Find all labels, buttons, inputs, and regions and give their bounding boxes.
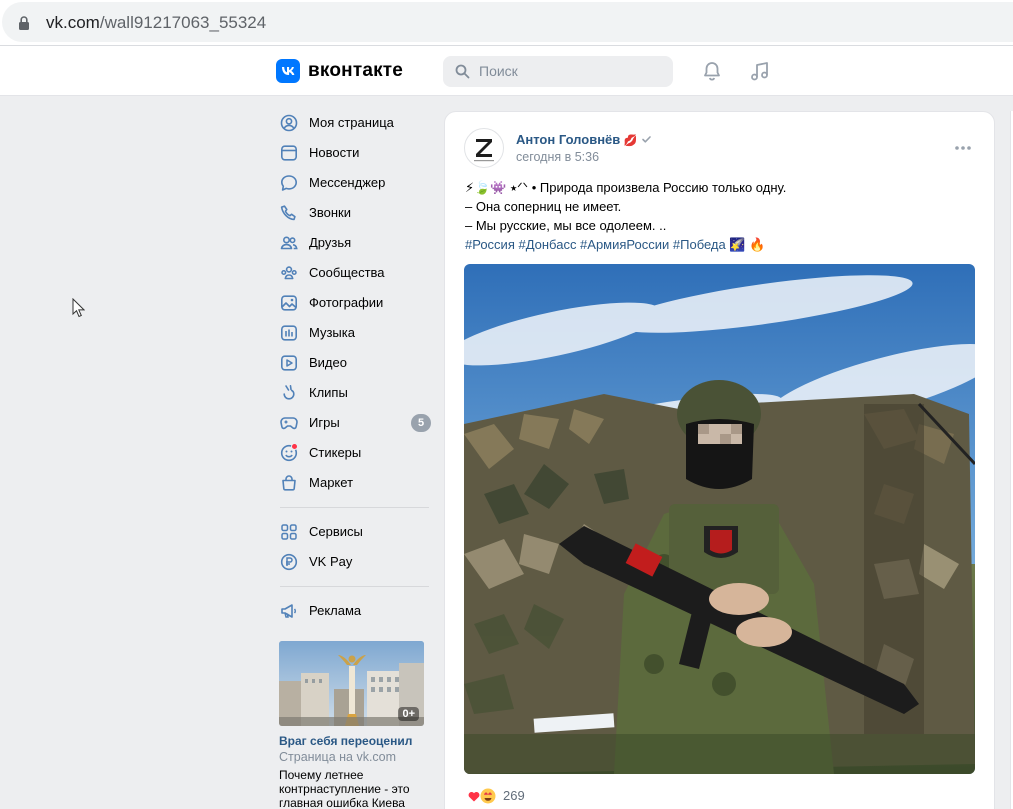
menu-item-market[interactable]: Маркет xyxy=(272,468,437,498)
post-line-text: • Природа произвела Россию только одну. xyxy=(528,180,787,195)
menu-item-label: Игры xyxy=(309,415,340,430)
menu-item-label: Сервисы xyxy=(309,524,363,539)
friends-icon xyxy=(280,236,298,250)
left-menu: Моя страница Новости Мессенджер Звонки Д… xyxy=(272,108,437,626)
photo-icon xyxy=(280,295,297,311)
menu-item-music[interactable]: Музыка xyxy=(272,318,437,348)
music-icon xyxy=(280,325,297,341)
news-icon xyxy=(280,145,297,161)
site-header: вконтакте Поиск xyxy=(0,46,1013,96)
user-icon xyxy=(280,114,298,132)
vkpay-icon xyxy=(280,553,298,571)
phone-icon xyxy=(280,205,296,221)
reactions-count: 269 xyxy=(503,788,525,803)
z-logo-icon xyxy=(474,139,494,162)
menu-item-services[interactable]: Сервисы xyxy=(272,517,437,547)
menu-item-label: Новости xyxy=(309,145,360,160)
menu-item-label: Фотографии xyxy=(309,295,384,310)
ad-subtitle: Страница на vk.com xyxy=(279,750,397,764)
search-placeholder: Поиск xyxy=(479,63,518,79)
post-timestamp[interactable]: сегодня в 5:36 xyxy=(516,150,599,164)
ad-image[interactable]: 0+ xyxy=(279,641,424,726)
post-reactions[interactable]: 269 xyxy=(465,786,525,806)
author-status-emoji-icon: 💋 xyxy=(623,135,638,147)
author-name: Антон Головнёв xyxy=(516,132,621,147)
url-text[interactable]: vk.com/wall91217063_55324 xyxy=(46,13,266,33)
menu-item-label: VK Pay xyxy=(309,554,353,569)
menu-item-news[interactable]: Новости xyxy=(272,138,437,168)
post-line-3: – Мы русские, мы все одолеем. .. xyxy=(465,218,667,233)
post-line-1: ⚡🍃👾 ⭑ᐟᐠ • Природа произвела Россию тольк… xyxy=(465,178,985,197)
menu-item-label: Клипы xyxy=(309,385,348,400)
search-icon xyxy=(455,64,470,79)
post-photo[interactable] xyxy=(464,264,975,774)
love-eyes-reaction-icon xyxy=(480,788,496,804)
address-pill[interactable]: vk.com/wall91217063_55324 xyxy=(2,2,1013,42)
games-icon xyxy=(280,417,298,430)
post-line-2: – Она соперниц не имеет. xyxy=(465,199,622,214)
menu-item-label: Друзья xyxy=(309,235,352,250)
post-text: ⚡🍃👾 ⭑ᐟᐠ • Природа произвела Россию тольк… xyxy=(465,178,985,254)
menu-divider xyxy=(280,507,429,508)
ad-description: Почему летнее контрнаступление - это гла… xyxy=(279,768,410,809)
menu-item-label: Реклама xyxy=(309,603,362,618)
services-icon xyxy=(281,524,297,540)
verified-check-icon xyxy=(642,136,652,143)
market-icon xyxy=(282,475,296,491)
menu-item-calls[interactable]: Звонки xyxy=(272,198,437,228)
notifications-bell-icon[interactable] xyxy=(701,60,723,82)
url-domain: vk.com xyxy=(46,13,100,32)
browser-address-bar[interactable]: vk.com/wall91217063_55324 xyxy=(0,0,1013,45)
menu-item-messenger[interactable]: Мессенджер xyxy=(272,168,437,198)
menu-item-label: Сообщества xyxy=(309,265,385,280)
menu-item-label: Маркет xyxy=(309,475,354,490)
video-icon xyxy=(280,355,297,371)
lock-icon[interactable] xyxy=(18,15,30,31)
wall-post: Антон Головнёв 💋 сегодня в 5:36 ⚡🍃👾 ⭑ᐟᐠ … xyxy=(444,111,995,809)
clips-icon xyxy=(283,385,295,400)
menu-item-stickers[interactable]: Стикеры xyxy=(272,438,437,468)
post-author[interactable]: Антон Головнёв 💋 xyxy=(516,132,652,147)
reaction-icons xyxy=(466,787,497,805)
menu-item-clips[interactable]: Клипы xyxy=(272,378,437,408)
search-input[interactable]: Поиск xyxy=(443,56,673,87)
hashtag-links[interactable]: #Россия #Донбасс #АрмияРоссии #Победа xyxy=(465,237,726,252)
menu-item-label: Музыка xyxy=(309,325,355,340)
hashtag-emoji: 🌠 🔥 xyxy=(729,237,766,252)
soldier-photo-illustration xyxy=(464,264,975,774)
menu-item-ads[interactable]: Реклама xyxy=(272,596,437,626)
menu-item-label: Мессенджер xyxy=(309,175,386,190)
menu-item-label: Видео xyxy=(309,355,347,370)
new-indicator-dot xyxy=(291,443,298,450)
menu-item-friends[interactable]: Друзья xyxy=(272,228,437,258)
music-player-icon[interactable] xyxy=(749,60,771,82)
menu-divider xyxy=(280,586,429,587)
author-avatar[interactable] xyxy=(464,128,504,168)
menu-item-photos[interactable]: Фотографии xyxy=(272,288,437,318)
games-counter-badge: 5 xyxy=(411,414,431,432)
chat-icon xyxy=(281,175,297,191)
menu-item-label: Стикеры xyxy=(309,445,362,460)
sidebar-ad[interactable]: 0+ Враг себя переоценил Страница на vk.c… xyxy=(279,641,425,809)
mouse-cursor-icon xyxy=(72,298,85,318)
age-rating-badge: 0+ xyxy=(398,707,419,721)
menu-item-groups[interactable]: Сообщества xyxy=(272,258,437,288)
menu-item-video[interactable]: Видео xyxy=(272,348,437,378)
post-hashtags-line: #Россия #Донбасс #АрмияРоссии #Победа 🌠 … xyxy=(465,235,985,254)
url-path: /wall91217063_55324 xyxy=(99,13,267,32)
post-emoji: ⚡🍃👾 ⭑ᐟᐠ xyxy=(465,180,529,195)
groups-icon xyxy=(281,266,297,280)
menu-item-vkpay[interactable]: VK Pay xyxy=(272,547,437,577)
logo-text[interactable]: вконтакте xyxy=(308,60,403,82)
menu-item-label: Моя страница xyxy=(309,115,394,130)
menu-item-label: Звонки xyxy=(309,205,351,220)
more-options-icon[interactable] xyxy=(953,140,973,156)
vk-logo-icon[interactable] xyxy=(276,59,300,83)
ad-title[interactable]: Враг себя переоценил xyxy=(279,734,425,749)
menu-item-my-page[interactable]: Моя страница xyxy=(272,108,437,138)
menu-item-games[interactable]: Игры 5 xyxy=(272,408,437,438)
ads-megaphone-icon xyxy=(281,604,297,618)
